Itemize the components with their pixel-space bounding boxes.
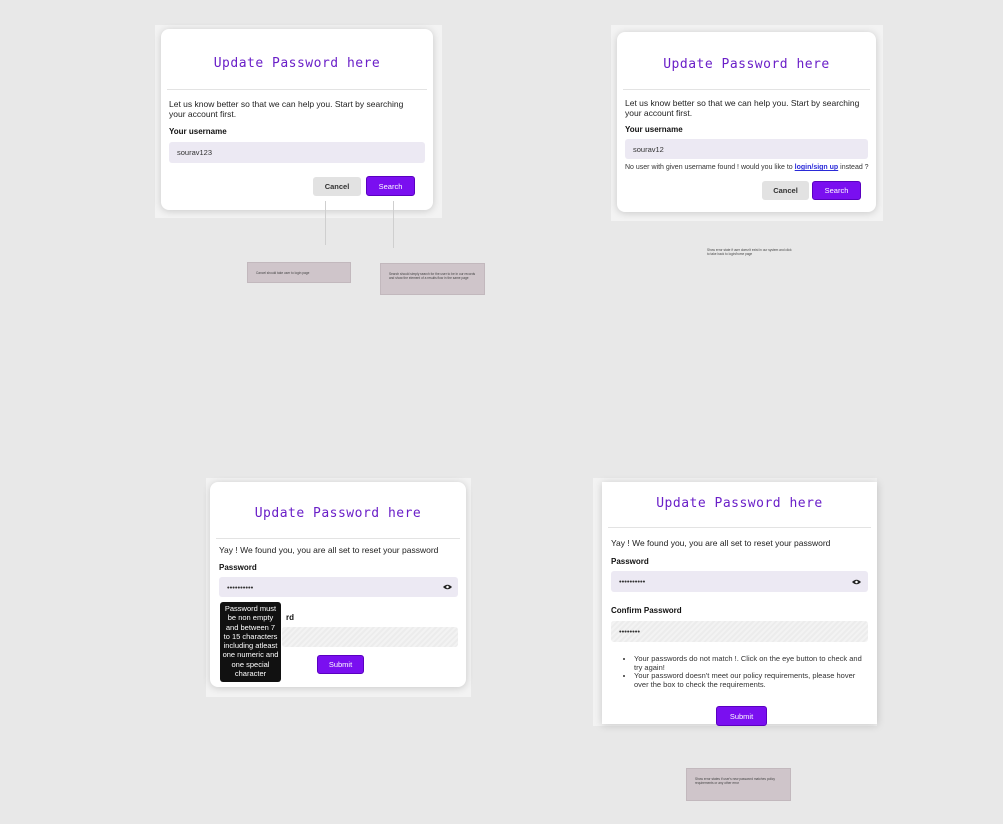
user-not-found-error: No user with given username found ! woul… — [625, 164, 875, 171]
card-title: Update Password here — [254, 506, 422, 521]
password-input[interactable]: •••••••••• — [219, 577, 458, 597]
bottom-annotation-note: Show error states if user's new password… — [686, 768, 791, 801]
password-label: Password — [611, 557, 649, 566]
description-text: Let us know better so that we can help y… — [625, 98, 860, 118]
divider — [167, 89, 427, 90]
username-input[interactable]: sourav123 — [169, 142, 425, 163]
error-text: No user with given username found ! woul… — [625, 164, 795, 171]
cancel-button[interactable]: Cancel — [313, 177, 361, 196]
search-annotation-note: Search should simply search for the user… — [380, 263, 485, 295]
reset-card-errors: Update Password here Yay ! We found you,… — [602, 482, 877, 726]
divider — [623, 89, 870, 90]
password-label: Password — [219, 563, 257, 572]
password-input[interactable]: •••••••••• — [611, 571, 868, 592]
description-text: Let us know better so that we can help y… — [169, 99, 404, 119]
card-title: Update Password here — [663, 57, 830, 72]
search-card-error: Update Password here Let us know better … — [617, 32, 876, 212]
frame-user-not-found: Update Password here Let us know better … — [611, 25, 883, 221]
confirm-password-input[interactable]: •••••••• — [611, 621, 868, 642]
confirm-password-input[interactable] — [282, 627, 458, 647]
confirm-password-label: Confirm Password — [611, 606, 682, 615]
frame-search: Update Password here Let us know better … — [155, 25, 442, 218]
username-label: Your username — [625, 125, 683, 134]
divider — [608, 527, 871, 528]
eye-icon[interactable] — [852, 579, 861, 585]
error-text: instead ? — [838, 164, 869, 171]
eye-icon[interactable] — [443, 584, 452, 590]
cancel-button[interactable]: Cancel — [762, 181, 809, 200]
search-button[interactable]: Search — [366, 176, 415, 196]
error-annotation-note: Show error state if user doesn't exist i… — [707, 248, 792, 256]
connector-line — [393, 201, 394, 248]
divider — [216, 538, 460, 539]
password-policy-tooltip: Password must be non empty and between 7… — [220, 602, 281, 682]
search-button[interactable]: Search — [812, 181, 861, 200]
submit-button[interactable]: Submit — [317, 655, 364, 674]
username-label: Your username — [169, 127, 227, 136]
success-message: Yay ! We found you, you are all set to r… — [611, 538, 831, 548]
search-card: Update Password here Let us know better … — [161, 29, 433, 210]
login-signup-link[interactable]: login/sign up — [795, 164, 839, 171]
card-title: Update Password here — [213, 56, 381, 71]
error-item: Your password doesn't meet our policy re… — [634, 671, 871, 689]
connector-line — [325, 201, 326, 245]
validation-errors: Your passwords do not match !. Click on … — [624, 654, 871, 690]
cancel-annotation-note: Cancel should take user to login page — [247, 262, 351, 283]
frame-reset-errors: Update Password here Yay ! We found you,… — [593, 478, 877, 726]
submit-button[interactable]: Submit — [716, 706, 767, 726]
success-message: Yay ! We found you, you are all set to r… — [219, 545, 439, 555]
error-item: Your passwords do not match !. Click on … — [634, 654, 871, 672]
confirm-password-label-partial: rd — [286, 613, 294, 622]
card-title: Update Password here — [656, 496, 823, 511]
username-input[interactable]: sourav12 — [625, 139, 868, 159]
